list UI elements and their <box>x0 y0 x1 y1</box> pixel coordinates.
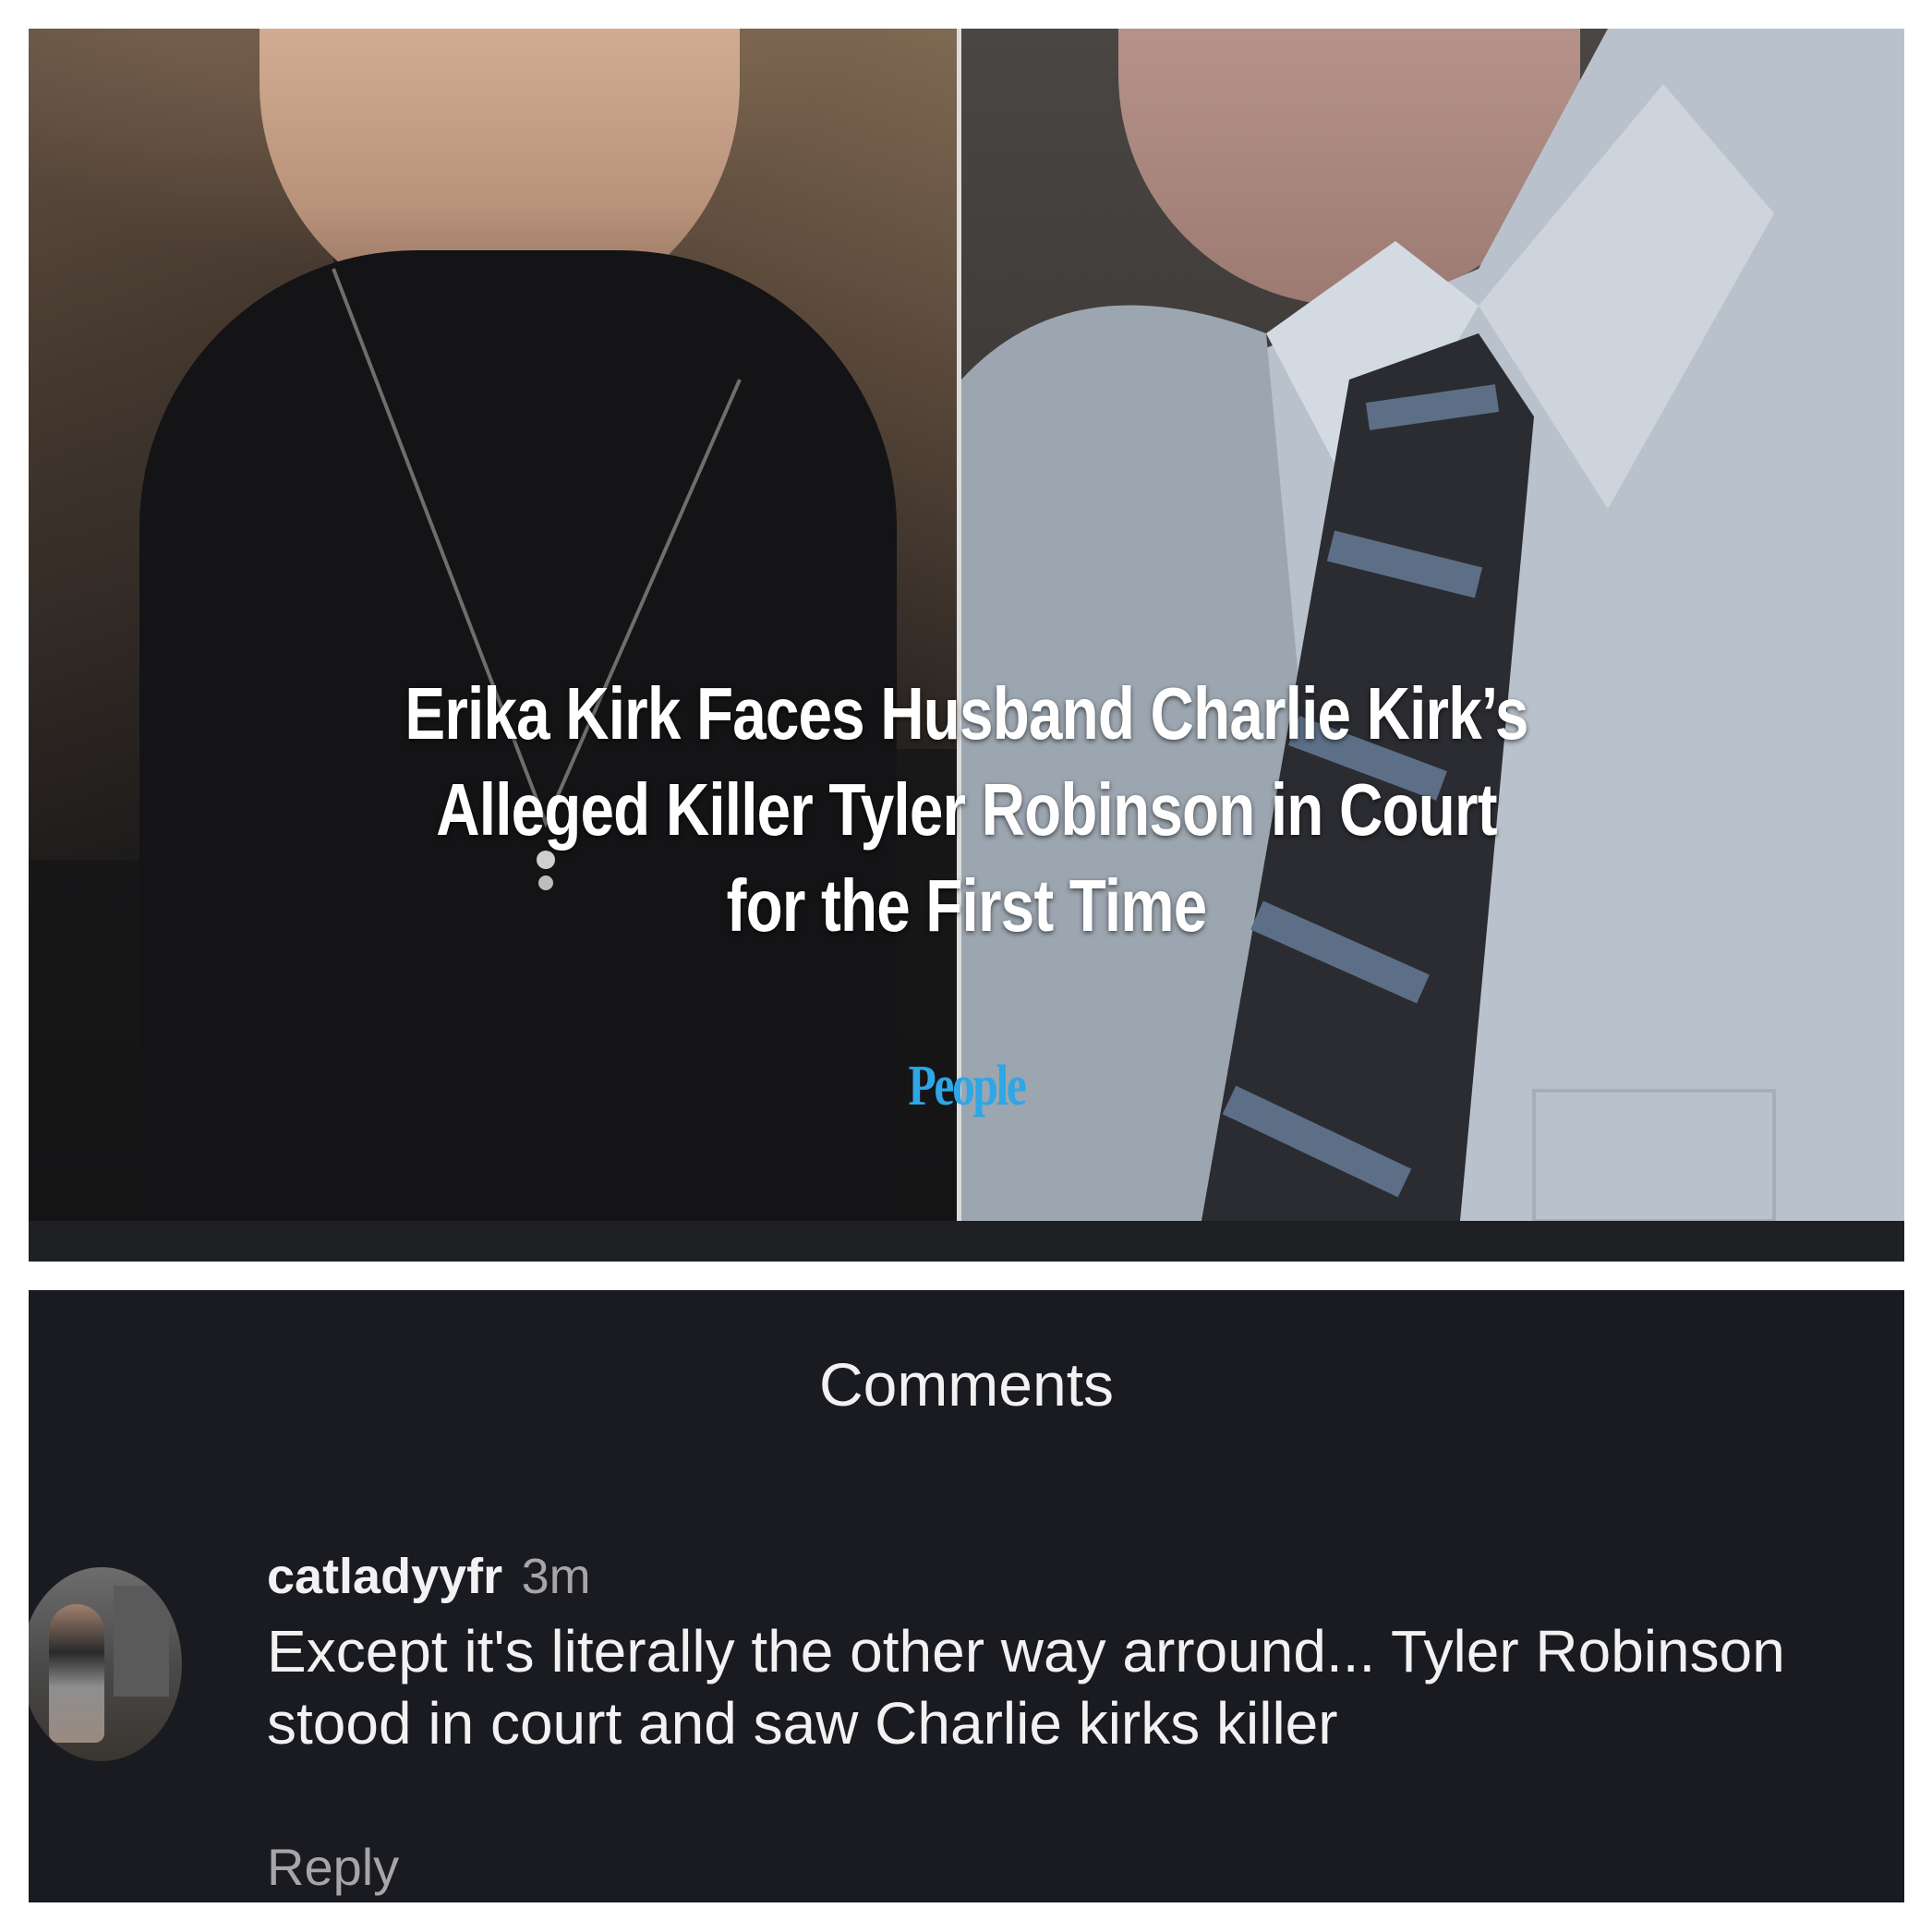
photo-left-woman <box>29 29 961 1262</box>
comment-body: Except it's literally the other way arro… <box>267 1618 1785 1757</box>
headline-line: for the First Time <box>726 864 1208 947</box>
avatar-person-icon <box>49 1604 104 1743</box>
comment-header: catladyyfr 3m <box>267 1540 591 1626</box>
people-logo: People <box>908 1055 1027 1117</box>
comments-panel: Comments catladyyfr 3m Except it's liter… <box>29 1290 1904 1902</box>
image-bottom-strip <box>29 1221 1904 1262</box>
shirt-and-tie <box>961 29 1904 1221</box>
comment-username[interactable]: catladyyfr <box>267 1549 502 1604</box>
avatar-background <box>114 1586 169 1697</box>
reply-button[interactable]: Reply <box>267 1835 399 1900</box>
comments-title: Comments <box>818 1350 1115 1419</box>
headline-line: Alleged Killer Tyler Robinson in Court <box>436 768 1497 851</box>
comment-timestamp: 3m <box>521 1549 591 1604</box>
news-post-image[interactable]: Erika Kirk Faces Husband Charlie Kirk’s … <box>29 29 1904 1262</box>
necklace-icon <box>332 268 742 890</box>
headline: Erika Kirk Faces Husband Charlie Kirk’s … <box>198 666 1735 954</box>
avatar[interactable] <box>29 1567 182 1761</box>
headline-line: Erika Kirk Faces Husband Charlie Kirk’s <box>405 672 1528 755</box>
